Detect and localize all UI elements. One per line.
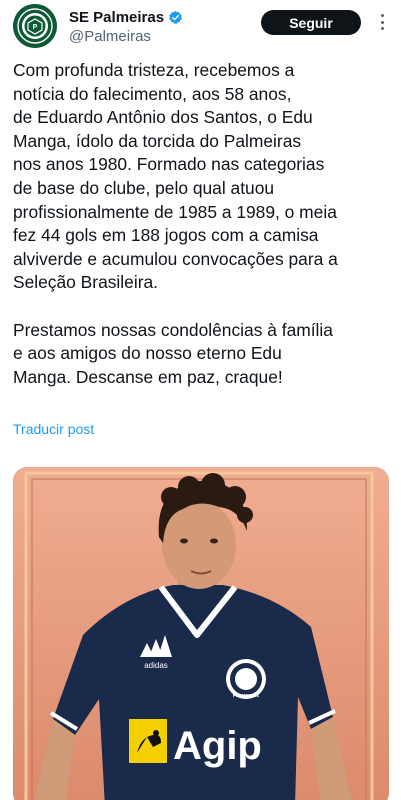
- display-name-row: SE Palmeiras: [69, 7, 183, 27]
- svg-text:P: P: [33, 24, 38, 31]
- tweet-paragraph: Com profunda tristeza, recebemos a notíc…: [13, 60, 338, 293]
- more-dot: [380, 27, 384, 30]
- author-block: SE Palmeiras @Palmeiras: [69, 7, 183, 45]
- display-name[interactable]: SE Palmeiras: [69, 9, 164, 26]
- tweet-text: Com profunda tristeza, recebemos a notíc…: [13, 59, 391, 389]
- more-options-icon[interactable]: [376, 14, 388, 30]
- crest-text: PALMEIRAS: [233, 693, 259, 698]
- player-photo: adidas PALMEIRAS Agip: [13, 467, 389, 800]
- sponsor-wordmark: Agip: [173, 724, 262, 768]
- handle[interactable]: @Palmeiras: [69, 28, 183, 45]
- tweet-paragraph: Prestamos nossas condolências à família …: [13, 319, 333, 387]
- more-dot: [380, 14, 384, 17]
- tweet-photo[interactable]: adidas PALMEIRAS Agip: [13, 467, 389, 800]
- agip-sponsor-icon: Agip: [129, 719, 262, 768]
- follow-button[interactable]: Seguir: [261, 10, 361, 35]
- tweet-header: P SE Palmeiras @Palmeiras Seguir: [13, 4, 388, 48]
- verified-badge-icon[interactable]: [168, 10, 183, 25]
- palmeiras-crest-icon[interactable]: P: [13, 4, 57, 48]
- translate-post-link[interactable]: Traducir post: [13, 421, 94, 437]
- adidas-wordmark: adidas: [144, 661, 168, 670]
- tweet: P SE Palmeiras @Palmeiras Seguir Com pro…: [0, 0, 401, 800]
- more-dot: [380, 20, 384, 24]
- shirt-crest-icon: PALMEIRAS: [226, 659, 266, 699]
